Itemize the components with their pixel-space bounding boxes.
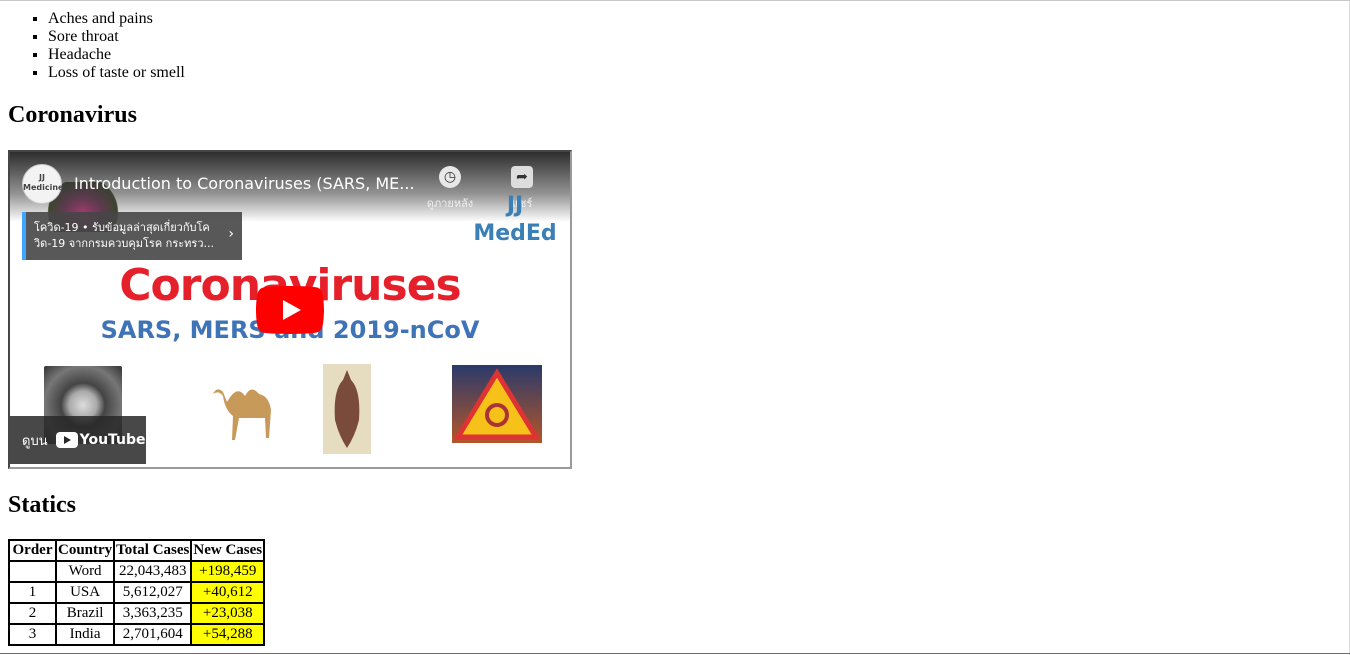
watch-on-youtube-button[interactable]: ดูบน YouTube [10, 416, 146, 464]
symptoms-list: Aches and pains Sore throat Headache Los… [0, 10, 1350, 82]
info-card-text: โควิด-19 • รับข้อมูลล่าสุดเกี่ยวกับโควิด… [34, 221, 214, 250]
table-row: 1 USA 5,612,027 +40,612 [9, 582, 265, 603]
country-cell: India [56, 624, 115, 645]
new-cases-cell: +54,288 [191, 624, 265, 645]
column-header-new-cases: New Cases [191, 540, 265, 561]
youtube-icon [55, 432, 78, 448]
table-header-row: Order Country Total Cases New Cases [9, 540, 265, 561]
order-cell: 2 [9, 603, 56, 624]
clock-icon: ◷ [439, 166, 461, 188]
coronavirus-heading: Coronavirus [8, 102, 137, 128]
logo-line-1: JJ [506, 193, 524, 218]
country-cell: Word [56, 561, 115, 582]
statics-heading: Statics [8, 492, 76, 518]
column-header-country: Country [56, 540, 115, 561]
new-cases-cell: +40,612 [191, 582, 265, 603]
jj-meded-logo: JJ MedEd [470, 192, 560, 248]
total-cases-cell: 22,043,483 [114, 561, 192, 582]
youtube-label: YouTube [79, 432, 146, 448]
order-cell: 3 [9, 624, 56, 645]
play-button[interactable] [256, 286, 324, 334]
youtube-logo: YouTube [55, 432, 146, 448]
order-cell: 1 [9, 582, 56, 603]
youtube-embed[interactable]: JJ Medicine Introduction to Coronaviruse… [8, 150, 572, 469]
total-cases-cell: 5,612,027 [114, 582, 192, 603]
bat-image [323, 364, 371, 454]
list-item: Aches and pains [48, 10, 1350, 28]
list-item: Headache [48, 46, 1350, 64]
country-cell: USA [56, 582, 115, 603]
chevron-right-icon: › [228, 226, 234, 242]
statistics-table: Order Country Total Cases New Cases Word… [8, 539, 266, 646]
column-header-total-cases: Total Cases [114, 540, 192, 561]
watch-on-label: ดูบน [22, 433, 48, 449]
channel-avatar[interactable]: JJ Medicine [22, 164, 63, 204]
logo-line-2: MedEd [473, 221, 557, 246]
table-row: 3 India 2,701,604 +54,288 [9, 624, 265, 645]
order-cell [9, 561, 56, 582]
new-cases-cell: +198,459 [191, 561, 265, 582]
table-row: 2 Brazil 3,363,235 +23,038 [9, 603, 265, 624]
biohazard-sign-image [452, 365, 542, 443]
list-item: Sore throat [48, 28, 1350, 46]
watch-later-label: ดูภายหลัง [426, 197, 474, 210]
total-cases-cell: 3,363,235 [114, 603, 192, 624]
info-card[interactable]: โควิด-19 • รับข้อมูลล่าสุดเกี่ยวกับโควิด… [22, 212, 242, 260]
country-cell: Brazil [56, 603, 115, 624]
new-cases-cell: +23,038 [191, 603, 265, 624]
total-cases-cell: 2,701,604 [114, 624, 192, 645]
list-item: Loss of taste or smell [48, 64, 1350, 82]
column-header-order: Order [9, 540, 56, 561]
share-icon: ➦ [511, 166, 533, 188]
table-row: Word 22,043,483 +198,459 [9, 561, 265, 582]
video-title-link[interactable]: Introduction to Coronaviruses (SARS, ME.… [74, 174, 424, 193]
camel-image [213, 389, 271, 440]
